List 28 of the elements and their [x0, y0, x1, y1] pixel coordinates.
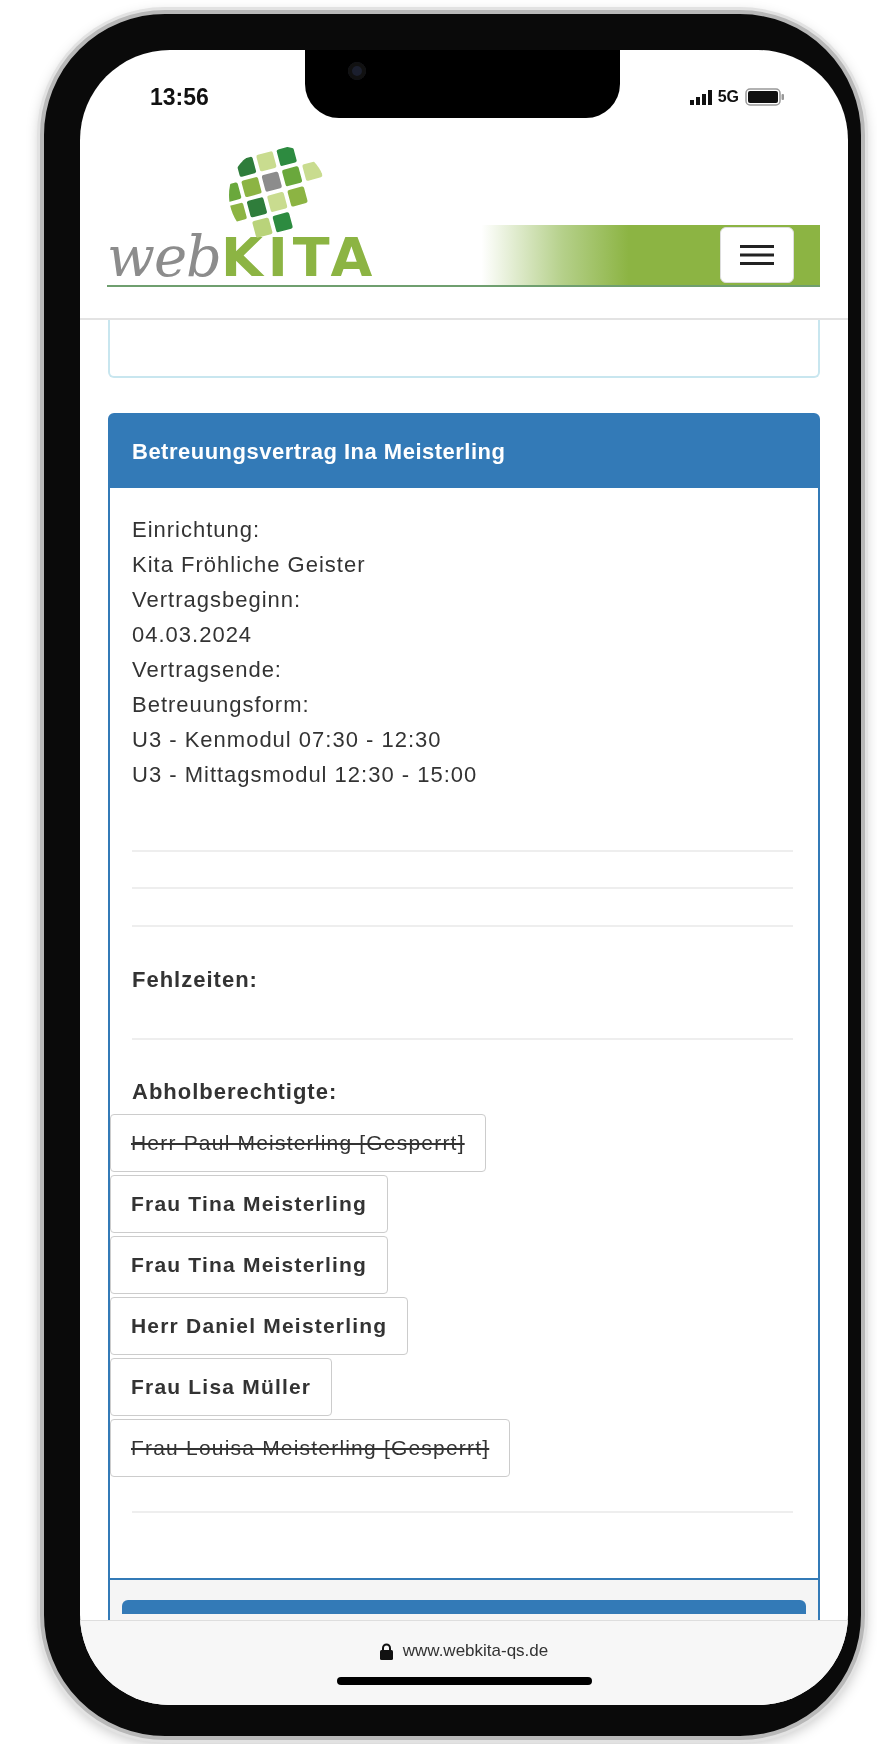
pickup-person-button[interactable]: Frau Tina Meisterling: [110, 1175, 389, 1233]
menu-icon: [740, 245, 774, 265]
network-label: 5G: [717, 88, 739, 106]
logo-text: KITA: [220, 231, 378, 285]
pickup-person-button[interactable]: Frau Tina Meisterling: [110, 1236, 389, 1294]
contract-detail: U3 - Kenmodul 07:30 - 12:30: [131, 726, 442, 754]
status-time: 13:56: [150, 84, 209, 111]
pickup-person-button[interactable]: Herr Daniel Meisterling: [110, 1297, 409, 1355]
contract-detail: Vertragsbeginn:: [131, 586, 302, 614]
absences-label: Fehlzeiten:: [131, 966, 258, 994]
pickup-person-button[interactable]: Frau Louisa Meisterling [Gesperrt]: [110, 1419, 511, 1477]
menu-button[interactable]: [720, 227, 794, 283]
contract-detail: U3 - Mittagsmodul 12:30 - 15:00: [131, 761, 478, 789]
lock-icon: [379, 1642, 393, 1660]
pickup-label: Abholberechtigte:: [131, 1078, 338, 1106]
camera-icon: [348, 62, 366, 80]
signal-icon: [689, 89, 712, 105]
pickup-person-button[interactable]: Herr Paul Meisterling [Gesperrt]: [110, 1114, 486, 1172]
url-text[interactable]: www.webkita-qs.de: [402, 1641, 549, 1661]
battery-icon: [745, 88, 785, 106]
contract-detail: Kita Fröhliche Geister: [131, 551, 366, 579]
card-title: Betreuungsvertrag Ina Meisterling: [110, 415, 818, 488]
contract-detail: Vertragsende:: [131, 656, 282, 684]
pickup-person-button[interactable]: Frau Lisa Müller: [110, 1358, 333, 1416]
contract-detail: 04.03.2024: [131, 621, 253, 649]
contract-detail: Einrichtung:: [131, 516, 261, 544]
logo-text: web: [107, 229, 221, 285]
contract-detail: Betreuungsform:: [131, 691, 310, 719]
